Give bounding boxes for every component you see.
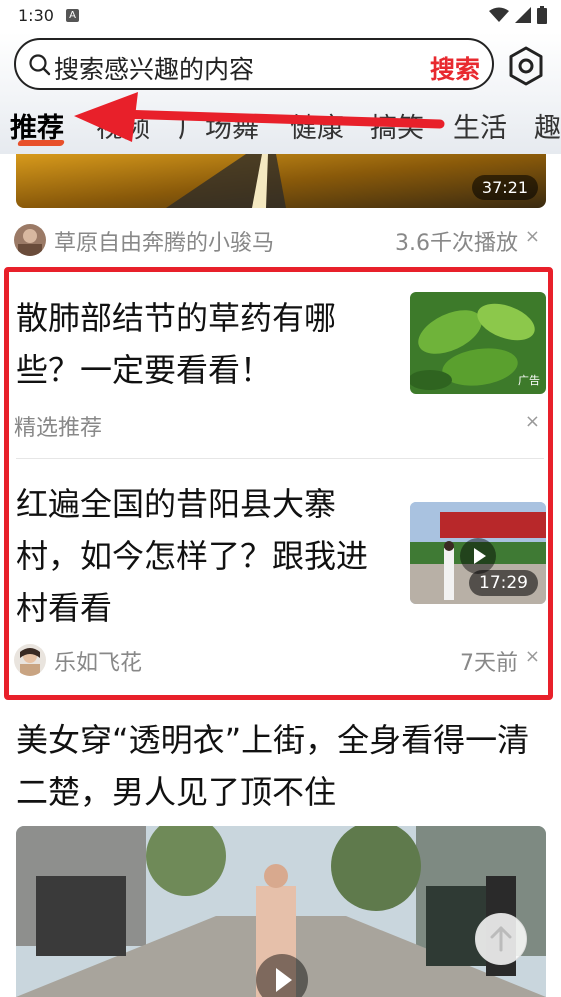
play-button[interactable] — [460, 538, 496, 574]
arrow-up-icon — [490, 926, 512, 952]
tab-funny[interactable]: 搞笑 — [370, 106, 424, 145]
clock: 1:30 — [18, 6, 54, 25]
tab-square-dance[interactable]: 广场舞 — [178, 106, 259, 145]
battery-icon — [537, 6, 547, 24]
category-tabs: 推荐 视频 广场舞 健康 搞笑 生活 趣 — [0, 102, 561, 148]
play-icon — [474, 548, 486, 564]
search-button[interactable]: 搜索 — [430, 50, 480, 86]
signal-icon — [515, 7, 531, 23]
search-icon — [29, 54, 51, 76]
video-meta-row: 乐如飞花 7天前 × — [14, 642, 544, 676]
video-title-line-2: 村，如今怎样了？跟我进 — [16, 537, 369, 575]
article-title-line-2: 二楚，男人见了顶不住 — [16, 773, 337, 811]
search-placeholder: 搜索感兴趣的内容 — [54, 55, 255, 84]
play-icon — [276, 968, 292, 992]
author-name[interactable]: 乐如飞花 — [54, 645, 142, 677]
video-meta-row: 草原自由奔腾的小骏马 3.6千次播放 × — [14, 222, 544, 256]
notification-icon: A — [66, 9, 79, 22]
tab-health[interactable]: 健康 — [290, 106, 344, 145]
system-icons — [489, 6, 547, 24]
settings-gear-icon[interactable] — [506, 46, 546, 86]
ad-source: 精选推荐 — [14, 416, 103, 441]
play-button[interactable] — [256, 954, 308, 997]
publish-time: 7天前 — [460, 651, 518, 676]
avatar[interactable] — [14, 644, 46, 676]
search-box[interactable]: 搜索感兴趣的内容 搜索 — [14, 38, 494, 90]
article-image[interactable] — [16, 826, 546, 997]
scroll-to-top-button[interactable] — [475, 913, 527, 965]
video-duration: 37:21 — [471, 175, 538, 200]
play-count: 3.6千次播放 — [395, 231, 518, 256]
ad-label: 广告 — [518, 374, 540, 387]
video-title-line-3: 村看看 — [16, 589, 113, 627]
ad-meta-row: 精选推荐 × — [14, 407, 544, 441]
video-thumbnail[interactable]: 37:21 — [16, 154, 546, 208]
avatar[interactable] — [14, 224, 46, 256]
video-duration: 17:29 — [469, 570, 538, 596]
tab-interest[interactable]: 趣 — [534, 106, 561, 145]
video-title-line-1: 红遍全国的昔阳县大寨 — [16, 485, 337, 523]
ad-title-line-2: 些？一定要看看！ — [16, 351, 273, 389]
dismiss-close-icon[interactable]: × — [525, 411, 540, 432]
article-title-line-1: 美女穿“透明衣”上街，全身看得一清 — [16, 721, 530, 759]
app-header: 搜索感兴趣的内容 搜索 推荐 视频 广场舞 健康 搞笑 生活 趣 — [0, 32, 561, 154]
ad-thumbnail[interactable]: 广告 — [410, 292, 546, 394]
dismiss-close-icon[interactable]: × — [525, 226, 540, 247]
tab-video[interactable]: 视频 — [96, 106, 150, 145]
status-bar: 1:30 A — [0, 0, 561, 32]
ad-title-line-1: 散肺部结节的草药有哪 — [16, 299, 337, 337]
author-name[interactable]: 草原自由奔腾的小骏马 — [54, 225, 274, 257]
active-tab-indicator — [16, 140, 66, 146]
dismiss-close-icon[interactable]: × — [525, 646, 540, 667]
video-thumbnail[interactable]: 17:29 — [410, 502, 546, 604]
road-image — [16, 154, 546, 208]
wifi-icon — [489, 7, 509, 22]
divider — [16, 458, 544, 459]
tab-life[interactable]: 生活 — [453, 106, 507, 145]
